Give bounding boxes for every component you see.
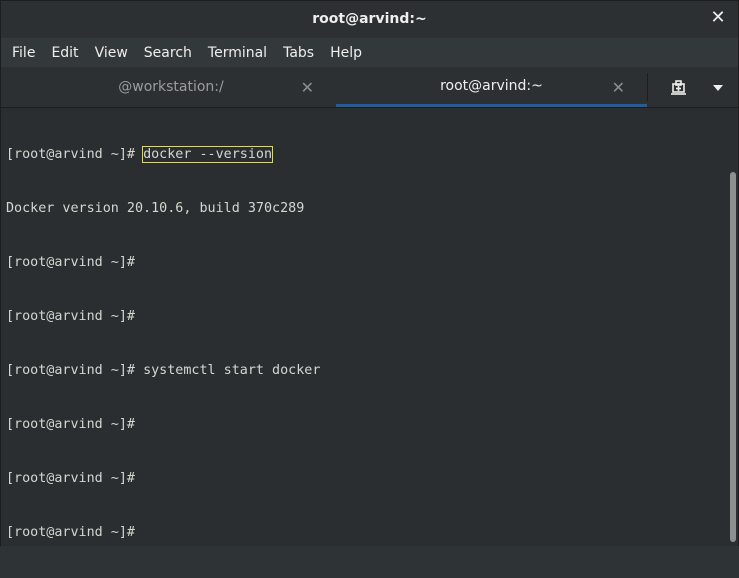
- terminal-line: Docker version 20.10.6, build 370c289: [6, 200, 728, 218]
- terminal-line: [root@arvind ~]#: [6, 416, 728, 434]
- window-title: root@arvind:~: [312, 11, 427, 27]
- close-icon: ✕: [710, 7, 726, 28]
- tab-close-icon[interactable]: ✕: [612, 78, 625, 97]
- title-bar[interactable]: root@arvind:~ ✕: [1, 1, 738, 38]
- terminal-line: [root@arvind ~]# docker --version: [6, 146, 728, 164]
- terminal-line: [root@arvind ~]#: [6, 524, 728, 542]
- menu-view[interactable]: View: [87, 41, 136, 65]
- tabs-dropdown-button[interactable]: [703, 75, 733, 101]
- tab-close-icon[interactable]: ✕: [301, 78, 314, 97]
- highlighted-command: docker --version: [142, 146, 274, 163]
- new-tab-button[interactable]: [661, 75, 697, 101]
- close-window-button[interactable]: ✕: [710, 8, 726, 28]
- menu-bar: File Edit View Search Terminal Tabs Help: [1, 38, 738, 67]
- tab-bar: @workstation:/ ✕ root@arvind:~ ✕: [1, 67, 738, 108]
- tab-workstation[interactable]: @workstation:/ ✕: [6, 67, 336, 107]
- scrollbar-thumb[interactable]: [730, 172, 736, 542]
- tab-label: @workstation:/: [118, 79, 224, 95]
- terminal-line: [root@arvind ~]#: [6, 308, 728, 326]
- terminal-output[interactable]: [root@arvind ~]# docker --version Docker…: [1, 108, 728, 546]
- prompt: [root@arvind ~]#: [6, 147, 144, 162]
- chevron-down-icon: [713, 85, 723, 91]
- tab-separator: [647, 73, 648, 101]
- command-output: Docker version 20.10.6, build 370c289: [6, 201, 305, 216]
- prompt: [root@arvind ~]#: [6, 525, 144, 540]
- terminal-line: [root@arvind ~]# systemctl start docker: [6, 362, 728, 380]
- tab-root-arvind[interactable]: root@arvind:~ ✕: [336, 67, 647, 107]
- menu-tabs[interactable]: Tabs: [275, 41, 322, 65]
- new-tab-icon: [671, 80, 686, 95]
- prompt: [root@arvind ~]#: [6, 363, 144, 378]
- vertical-scrollbar[interactable]: [728, 108, 738, 546]
- terminal-line: [root@arvind ~]#: [6, 254, 728, 272]
- menu-help[interactable]: Help: [322, 41, 370, 65]
- prompt: [root@arvind ~]#: [6, 417, 144, 432]
- tab-label: root@arvind:~: [440, 77, 543, 94]
- prompt: [root@arvind ~]#: [6, 309, 144, 324]
- terminal-line: [root@arvind ~]#: [6, 470, 728, 488]
- menu-search[interactable]: Search: [136, 41, 200, 65]
- menu-edit[interactable]: Edit: [43, 41, 86, 65]
- menu-terminal[interactable]: Terminal: [200, 41, 275, 65]
- prompt: [root@arvind ~]#: [6, 471, 144, 486]
- prompt: [root@arvind ~]#: [6, 255, 144, 270]
- terminal-window: root@arvind:~ ✕ File Edit View Search Te…: [0, 0, 739, 546]
- command: systemctl start docker: [143, 363, 321, 378]
- menu-file[interactable]: File: [4, 41, 43, 65]
